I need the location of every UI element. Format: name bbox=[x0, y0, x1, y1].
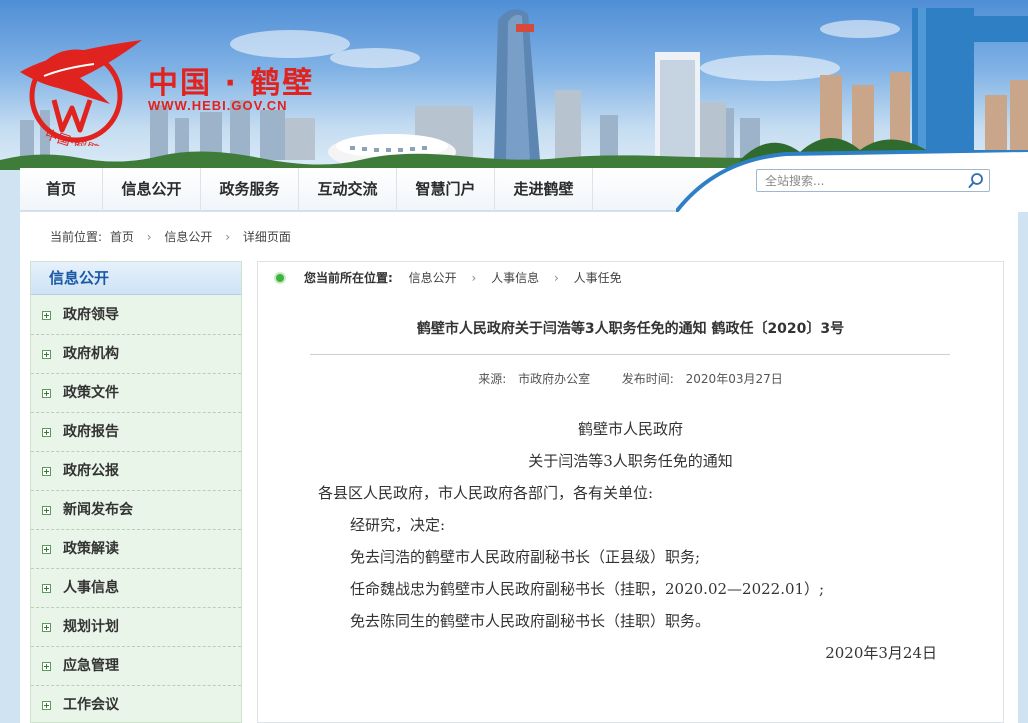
sidebar-item-emergency[interactable]: 应急管理 bbox=[31, 647, 241, 686]
search-icon[interactable] bbox=[967, 172, 985, 190]
doc-salutation: 各县区人民政府，市人民政府各部门，各有关单位: bbox=[318, 484, 654, 502]
sidebar-item-label: 政府机构 bbox=[63, 346, 119, 362]
date-label: 发布时间: bbox=[621, 372, 674, 386]
doc-sign-date: 2020年3月24日 bbox=[825, 644, 937, 662]
nav-smart-portal[interactable]: 智慧门户 bbox=[397, 168, 495, 211]
sidebar: 信息公开 政府领导 政府机构 政策文件 政府报告 政府公报 新闻发布会 政策解读… bbox=[30, 261, 242, 723]
chevron-right-icon: › bbox=[146, 230, 152, 244]
plus-box-icon bbox=[42, 623, 51, 632]
sidebar-title: 信息公开 bbox=[49, 269, 110, 287]
article-title: 鹤壁市人民政府关于闫浩等3人职务任免的通知 鹤政任〔2020〕3号 bbox=[416, 321, 845, 337]
doc-paragraph: 免去陈同生的鹤壁市人民政府副秘书长（挂职）职务。 bbox=[350, 612, 711, 630]
sidebar-item-policy-docs[interactable]: 政策文件 bbox=[31, 374, 241, 413]
location-label: 您当前所在位置: bbox=[304, 271, 393, 285]
sidebar-item-personnel-info[interactable]: 人事信息 bbox=[31, 569, 241, 608]
plus-box-icon bbox=[42, 584, 51, 593]
doc-heading: 关于闫浩等3人职务任免的通知 bbox=[528, 452, 733, 470]
plus-box-icon bbox=[42, 311, 51, 320]
search-box bbox=[756, 169, 990, 192]
sidebar-item-label: 人事信息 bbox=[63, 580, 119, 596]
doc-paragraph: 免去闫浩的鹤壁市人民政府副秘书长（正县级）职务; bbox=[350, 548, 701, 566]
plus-box-icon bbox=[42, 506, 51, 515]
breadcrumb: 当前位置: 首页 › 信息公开 › 详细页面 bbox=[50, 227, 291, 247]
sidebar-item-label: 政策解读 bbox=[63, 541, 119, 557]
sidebar-item-press-conference[interactable]: 新闻发布会 bbox=[31, 491, 241, 530]
location-personnel[interactable]: 人事信息 bbox=[491, 268, 539, 288]
doc-org: 鹤壁市人民政府 bbox=[577, 420, 683, 438]
location-breadcrumb: 您当前所在位置: 信息公开 › 人事信息 › 人事任免 bbox=[276, 268, 622, 288]
sidebar-item-policy-interpretation[interactable]: 政策解读 bbox=[31, 530, 241, 569]
sidebar-item-label: 规划计划 bbox=[63, 619, 119, 635]
plus-box-icon bbox=[42, 350, 51, 359]
plus-box-icon bbox=[42, 662, 51, 671]
site-url-text[interactable]: WWW.HEBI.GOV.CN bbox=[148, 98, 287, 113]
source-label: 来源: bbox=[478, 372, 507, 386]
chevron-right-icon: › bbox=[553, 271, 559, 285]
hebi-logo-icon: 中国·鹤壁 bbox=[20, 40, 142, 146]
breadcrumb-detail: 详细页面 bbox=[242, 230, 291, 244]
sidebar-item-label: 政府公报 bbox=[63, 463, 119, 479]
doc-paragraph: 任命魏战忠为鹤壁市人民政府副秘书长（挂职，2020.02—2022.01）; bbox=[350, 580, 825, 598]
title-divider bbox=[310, 354, 950, 355]
sidebar-item-label: 新闻发布会 bbox=[63, 502, 133, 518]
sidebar-item-gov-agencies[interactable]: 政府机构 bbox=[31, 335, 241, 374]
sidebar-item-label: 应急管理 bbox=[63, 658, 119, 674]
sidebar-item-label: 工作会议 bbox=[63, 697, 119, 713]
article-panel: 您当前所在位置: 信息公开 › 人事信息 › 人事任免 鹤壁市人民政府关于闫浩等… bbox=[257, 261, 1004, 723]
nav-info-disclosure[interactable]: 信息公开 bbox=[103, 168, 201, 211]
chevron-right-icon: › bbox=[471, 271, 477, 285]
nav-interaction[interactable]: 互动交流 bbox=[299, 168, 397, 211]
sidebar-item-planning[interactable]: 规划计划 bbox=[31, 608, 241, 647]
nav-gov-services[interactable]: 政务服务 bbox=[201, 168, 299, 211]
article-meta: 来源: 市政府办公室 发布时间: 2020年03月27日 bbox=[258, 370, 1003, 387]
site-logo-text[interactable]: 中国 · 鹤壁 bbox=[148, 58, 314, 102]
breadcrumb-prefix: 当前位置: bbox=[50, 230, 103, 244]
sidebar-item-label: 政策文件 bbox=[63, 385, 119, 401]
breadcrumb-home[interactable]: 首页 bbox=[110, 227, 134, 247]
nav-home[interactable]: 首页 bbox=[20, 168, 103, 211]
plus-box-icon bbox=[42, 701, 51, 710]
sidebar-item-gov-gazette[interactable]: 政府公报 bbox=[31, 452, 241, 491]
sidebar-header: 信息公开 bbox=[31, 262, 241, 295]
sidebar-item-gov-leaders[interactable]: 政府领导 bbox=[31, 296, 241, 335]
green-dot-icon bbox=[276, 274, 284, 282]
sidebar-item-work-meetings[interactable]: 工作会议 bbox=[31, 686, 241, 723]
sidebar-item-label: 政府领导 bbox=[63, 307, 119, 323]
plus-box-icon bbox=[42, 545, 51, 554]
nav-about-hebi[interactable]: 走进鹤壁 bbox=[495, 168, 593, 211]
plus-box-icon bbox=[42, 467, 51, 476]
breadcrumb-info[interactable]: 信息公开 bbox=[164, 227, 212, 247]
sidebar-item-gov-reports[interactable]: 政府报告 bbox=[31, 413, 241, 452]
sidebar-item-label: 政府报告 bbox=[63, 424, 119, 440]
date-value: 2020年03月27日 bbox=[685, 372, 783, 386]
location-info[interactable]: 信息公开 bbox=[409, 268, 457, 288]
source-value: 市政府办公室 bbox=[518, 372, 591, 386]
plus-box-icon bbox=[42, 428, 51, 437]
location-appointments[interactable]: 人事任免 bbox=[574, 268, 622, 288]
header-banner: 中国·鹤壁 中国 · 鹤壁 WWW.HEBI.GOV.CN bbox=[0, 0, 1028, 170]
doc-paragraph: 经研究，决定: bbox=[350, 516, 446, 534]
plus-box-icon bbox=[42, 389, 51, 398]
chevron-right-icon: › bbox=[225, 230, 231, 244]
search-input[interactable] bbox=[757, 170, 963, 191]
